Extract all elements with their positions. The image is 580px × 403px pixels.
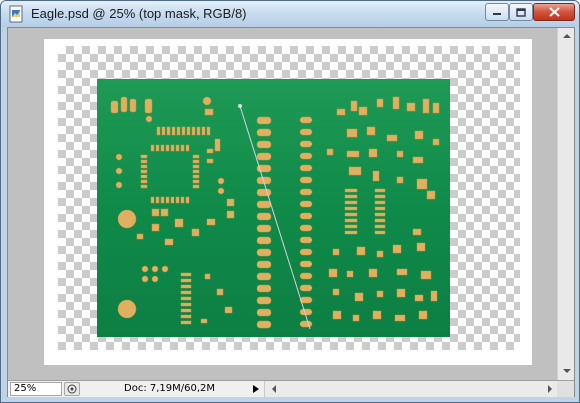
window-title: Eagle.psd @ 25% (top mask, RGB/8): [31, 6, 247, 21]
scroll-right-button[interactable]: [541, 381, 558, 397]
pcb-pads: [110, 96, 440, 330]
status-menu-button[interactable]: [64, 382, 80, 396]
document-window: Eagle.psd @ 25% (top mask, RGB/8) 25% Do…: [0, 0, 580, 403]
status-bar: 25% Doc: 7,19M/60,2M: [8, 380, 574, 397]
close-icon: [548, 7, 560, 17]
doc-info: Doc: 7,19M/60,2M: [124, 383, 216, 394]
canvas-area[interactable]: [8, 28, 557, 380]
vertical-scrollbar[interactable]: [557, 28, 574, 380]
horizontal-scrollbar[interactable]: [264, 381, 557, 397]
chevron-down-icon: [562, 369, 571, 373]
chevron-right-icon: [547, 385, 552, 393]
photoshop-doc-icon: [9, 5, 23, 23]
scroll-down-button[interactable]: [558, 363, 575, 379]
pcb-image[interactable]: [97, 79, 450, 337]
maximize-button[interactable]: [509, 3, 533, 21]
navigator-icon: [67, 384, 77, 394]
maximize-icon: [516, 7, 526, 17]
chevron-up-icon: [562, 34, 571, 38]
scroll-up-button[interactable]: [558, 28, 575, 44]
minimize-button[interactable]: [485, 3, 509, 21]
minimize-icon: [493, 13, 501, 15]
zoom-field[interactable]: 25%: [10, 382, 62, 396]
close-button[interactable]: [533, 3, 575, 21]
title-bar[interactable]: Eagle.psd @ 25% (top mask, RGB/8): [1, 1, 579, 27]
document-frame: 25% Doc: 7,19M/60,2M: [7, 27, 575, 397]
resize-corner[interactable]: [557, 381, 574, 397]
triangle-right-icon: [253, 385, 259, 393]
scroll-left-button[interactable]: [265, 381, 282, 397]
chevron-left-icon: [271, 385, 276, 393]
doc-info-menu-button[interactable]: [250, 382, 262, 396]
